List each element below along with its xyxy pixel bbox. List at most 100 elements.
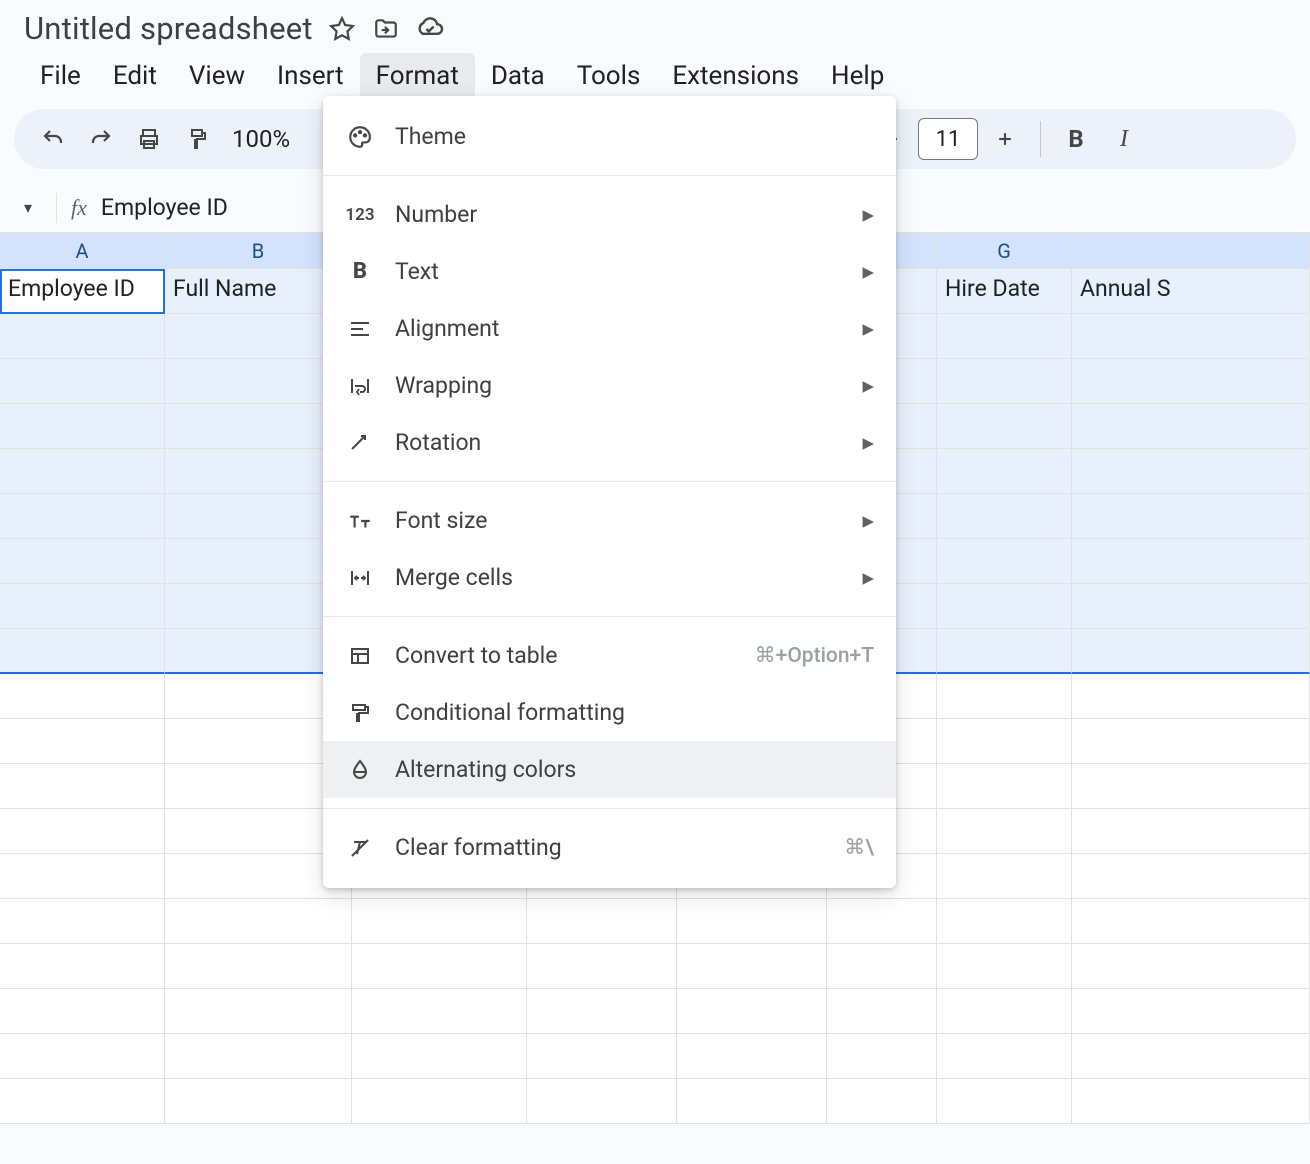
cell[interactable] (937, 989, 1072, 1034)
cell[interactable] (1072, 494, 1310, 539)
cell-g1[interactable]: Hire Date (937, 269, 1072, 314)
cell[interactable] (677, 989, 827, 1034)
cell[interactable] (1072, 899, 1310, 944)
redo-button[interactable] (80, 118, 122, 160)
cell[interactable] (937, 449, 1072, 494)
cell-h1[interactable]: Annual S (1072, 269, 1310, 314)
cell[interactable] (1072, 584, 1310, 629)
font-size-input[interactable]: 11 (918, 118, 978, 160)
cell[interactable] (677, 1079, 827, 1124)
col-header-g[interactable]: G (937, 233, 1072, 269)
cell[interactable] (0, 539, 165, 584)
cell[interactable] (0, 629, 165, 674)
cell[interactable] (827, 989, 937, 1034)
cell[interactable] (677, 944, 827, 989)
cell[interactable] (937, 944, 1072, 989)
cell[interactable] (937, 404, 1072, 449)
cloud-status-icon[interactable] (415, 14, 445, 44)
cell[interactable] (937, 854, 1072, 899)
cell[interactable] (827, 899, 937, 944)
undo-button[interactable] (32, 118, 74, 160)
cell[interactable] (0, 494, 165, 539)
cell[interactable] (0, 854, 165, 899)
menu-file[interactable]: File (24, 53, 97, 99)
print-button[interactable] (128, 118, 170, 160)
cell[interactable] (1072, 809, 1310, 854)
move-folder-icon[interactable] (371, 14, 401, 44)
document-title[interactable]: Untitled spreadsheet (24, 10, 313, 47)
cell[interactable] (0, 764, 165, 809)
cell[interactable] (937, 1079, 1072, 1124)
cell[interactable] (352, 989, 527, 1034)
menu-tools[interactable]: Tools (561, 53, 657, 99)
menu-clear-formatting[interactable]: Clear formatting ⌘\ (323, 819, 896, 876)
cell[interactable] (0, 899, 165, 944)
cell[interactable] (165, 1079, 352, 1124)
cell[interactable] (937, 539, 1072, 584)
menu-convert-to-table[interactable]: Convert to table ⌘+Option+T (323, 627, 896, 684)
cell[interactable] (352, 899, 527, 944)
menu-rotation[interactable]: Rotation ▸ (323, 414, 896, 471)
cell[interactable] (0, 674, 165, 719)
cell[interactable] (0, 944, 165, 989)
font-size-increase[interactable] (984, 118, 1026, 160)
menu-wrapping[interactable]: Wrapping ▸ (323, 357, 896, 414)
cell[interactable] (527, 1034, 677, 1079)
cell[interactable] (352, 944, 527, 989)
menu-number[interactable]: 123 Number ▸ (323, 186, 896, 243)
cell[interactable] (937, 314, 1072, 359)
cell[interactable] (1072, 629, 1310, 674)
cell[interactable] (0, 719, 165, 764)
cell[interactable] (1072, 539, 1310, 584)
menu-merge-cells[interactable]: Merge cells ▸ (323, 549, 896, 606)
cell[interactable] (1072, 719, 1310, 764)
cell[interactable] (1072, 359, 1310, 404)
cell[interactable] (827, 1079, 937, 1124)
menu-extensions[interactable]: Extensions (656, 53, 815, 99)
cell[interactable] (937, 674, 1072, 719)
cell[interactable] (165, 944, 352, 989)
cell[interactable] (0, 314, 165, 359)
cell[interactable] (352, 1034, 527, 1079)
cell[interactable] (937, 584, 1072, 629)
cell[interactable] (0, 1034, 165, 1079)
cell[interactable] (827, 944, 937, 989)
menu-alternating-colors[interactable]: Alternating colors (323, 741, 896, 798)
menu-conditional-formatting[interactable]: Conditional formatting (323, 684, 896, 741)
cell[interactable] (0, 1079, 165, 1124)
cell[interactable] (527, 989, 677, 1034)
cell[interactable] (165, 989, 352, 1034)
menu-theme[interactable]: Theme (323, 108, 896, 165)
cell[interactable] (937, 764, 1072, 809)
cell[interactable] (1072, 854, 1310, 899)
cell[interactable] (1072, 674, 1310, 719)
italic-button[interactable]: I (1103, 118, 1145, 160)
cell[interactable] (352, 1079, 527, 1124)
cell[interactable] (1072, 764, 1310, 809)
menu-alignment[interactable]: Alignment ▸ (323, 300, 896, 357)
col-header-a[interactable]: A (0, 233, 165, 269)
cell-a1[interactable]: Employee ID (0, 269, 165, 314)
paint-format-button[interactable] (176, 118, 218, 160)
cell[interactable] (527, 899, 677, 944)
cell[interactable] (1072, 1034, 1310, 1079)
menu-format[interactable]: Format (360, 53, 475, 99)
cell[interactable] (527, 1079, 677, 1124)
bold-button[interactable]: B (1055, 118, 1097, 160)
cell[interactable] (677, 899, 827, 944)
cell[interactable] (0, 404, 165, 449)
cell[interactable] (0, 584, 165, 629)
menu-insert[interactable]: Insert (261, 53, 360, 99)
col-header-h[interactable] (1072, 233, 1310, 269)
cell[interactable] (165, 899, 352, 944)
formula-input[interactable]: Employee ID (101, 194, 228, 221)
cell[interactable] (0, 449, 165, 494)
cell[interactable] (677, 1034, 827, 1079)
cell[interactable] (1072, 449, 1310, 494)
cell[interactable] (937, 719, 1072, 764)
cell[interactable] (1072, 1079, 1310, 1124)
cell[interactable] (1072, 314, 1310, 359)
menu-help[interactable]: Help (815, 53, 900, 99)
cell[interactable] (0, 809, 165, 854)
zoom-select[interactable]: 100% (224, 125, 298, 153)
